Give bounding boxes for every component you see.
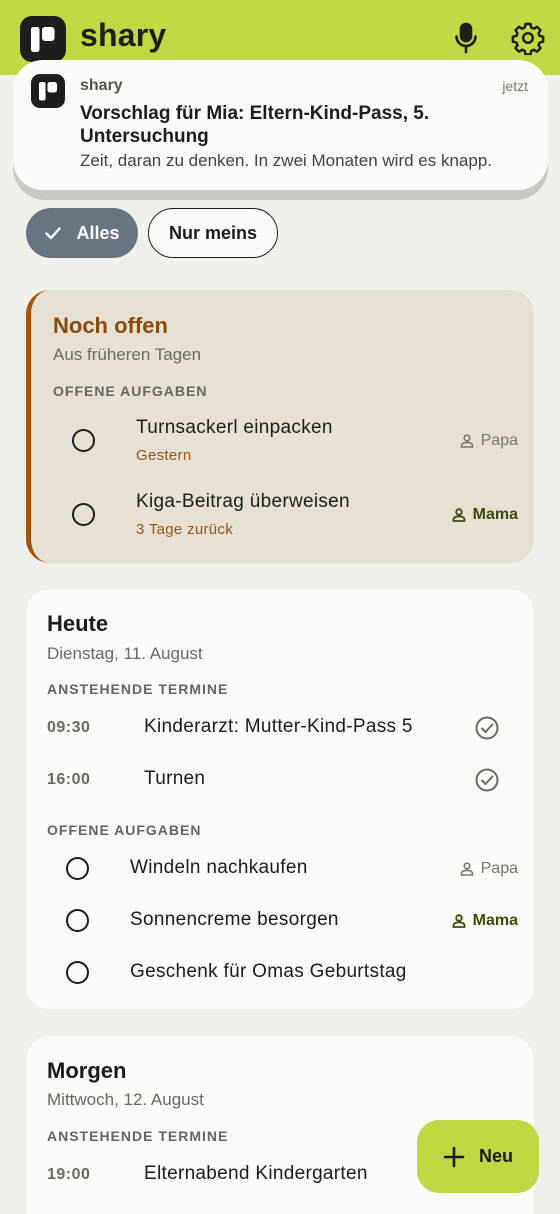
plus-icon bbox=[443, 1146, 465, 1167]
filter-chip-label: Alles bbox=[76, 222, 120, 243]
app-logo-icon bbox=[20, 16, 66, 62]
filter-chip-mine[interactable]: Nur meins bbox=[148, 208, 278, 258]
event-label[interactable]: Elternabend Kindergarten bbox=[144, 1163, 368, 1185]
event-label[interactable]: Turnen bbox=[144, 768, 205, 790]
new-item-button[interactable]: Neu bbox=[417, 1120, 539, 1193]
notification-title: Vorschlag für Mia: Eltern-Kind-Pass, 5. … bbox=[80, 103, 430, 147]
assignee-name: Mama bbox=[472, 506, 518, 523]
task-label: Kiga-Beitrag überweisen bbox=[136, 491, 350, 512]
card-title: Heute bbox=[47, 611, 109, 636]
app-logo-icon bbox=[31, 74, 65, 108]
task-label: Windeln nachkaufen bbox=[130, 857, 308, 878]
app-title: shary bbox=[80, 17, 167, 53]
notification-body: Zeit, daran zu denken. In zwei Monaten w… bbox=[80, 151, 493, 170]
today-card: Heute Dienstag, 11. August ANSTEHENDE TE… bbox=[26, 589, 534, 1009]
assignee-badge: Papa bbox=[459, 432, 518, 450]
card-title: Morgen bbox=[47, 1058, 127, 1083]
section-heading: OFFENE AUFGABEN bbox=[47, 822, 202, 838]
check-icon bbox=[45, 227, 62, 240]
task-checkbox[interactable] bbox=[72, 429, 95, 452]
person-icon bbox=[460, 434, 473, 448]
event-time: 09:30 bbox=[47, 719, 91, 736]
task-label: Geschenk für Omas Geburtstag bbox=[130, 961, 407, 982]
task-checkbox[interactable] bbox=[66, 857, 89, 880]
task-checkbox[interactable] bbox=[66, 909, 89, 932]
task-label: Turnsackerl einpacken bbox=[136, 417, 333, 438]
overdue-card: Noch offen Aus früheren Tagen OFFENE AUF… bbox=[26, 290, 534, 563]
event-time: 19:00 bbox=[47, 1166, 91, 1183]
gear-icon[interactable] bbox=[511, 21, 545, 56]
check-circle-icon bbox=[475, 768, 499, 792]
new-item-label: Neu bbox=[478, 1146, 513, 1166]
task-due: Gestern bbox=[136, 447, 192, 464]
event-label[interactable]: Kinderarzt: Mutter-Kind-Pass 5 bbox=[144, 716, 413, 738]
task-label: Sonnencreme besorgen bbox=[130, 909, 339, 930]
notification-app-name: shary bbox=[80, 77, 123, 94]
notification-time: jetzt bbox=[502, 78, 528, 94]
assignee-name: Mama bbox=[472, 912, 518, 929]
person-icon bbox=[460, 862, 473, 876]
task-checkbox[interactable] bbox=[66, 961, 89, 984]
section-heading: ANSTEHENDE TERMINE bbox=[47, 1128, 229, 1144]
assignee-name: Papa bbox=[480, 432, 518, 449]
notification-card[interactable]: shary jetzt Vorschlag für Mia: Eltern-Ki… bbox=[13, 60, 548, 190]
assignee-name: Papa bbox=[480, 860, 518, 877]
card-subtitle: Dienstag, 11. August bbox=[47, 644, 203, 663]
section-heading: ANSTEHENDE TERMINE bbox=[47, 681, 229, 697]
filter-chip-label: Nur meins bbox=[168, 222, 258, 243]
task-due: 3 Tage zurück bbox=[136, 521, 234, 538]
assignee-badge: Papa bbox=[459, 860, 518, 878]
card-subtitle: Aus früheren Tagen bbox=[53, 345, 202, 364]
section-heading: OFFENE AUFGABEN bbox=[53, 383, 208, 399]
card-subtitle: Mittwoch, 12. August bbox=[47, 1090, 204, 1109]
assignee-badge: Mama bbox=[451, 912, 518, 930]
filter-chip-all[interactable]: Alles bbox=[26, 208, 138, 258]
task-checkbox[interactable] bbox=[72, 503, 95, 526]
event-time: 16:00 bbox=[47, 771, 91, 788]
mic-icon[interactable] bbox=[449, 21, 483, 55]
person-icon bbox=[452, 914, 466, 928]
person-icon bbox=[452, 508, 466, 522]
card-title: Noch offen bbox=[53, 313, 168, 338]
check-circle-icon bbox=[475, 716, 499, 740]
assignee-badge: Mama bbox=[451, 506, 518, 524]
